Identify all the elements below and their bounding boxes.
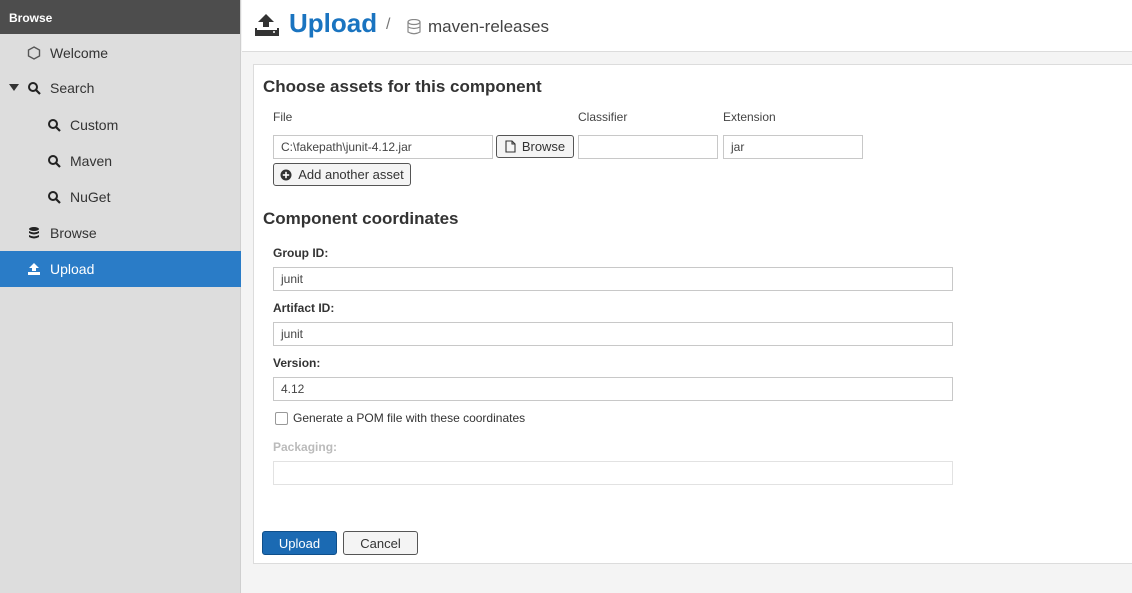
- group-id-field[interactable]: junit: [273, 267, 953, 291]
- classifier-column-label: Classifier: [578, 110, 628, 124]
- page-header: Upload / maven-releases: [242, 0, 1132, 52]
- sidebar-item-label: NuGet: [70, 189, 111, 205]
- version-label: Version:: [273, 356, 321, 370]
- breadcrumb-separator: /: [386, 16, 391, 33]
- version-field[interactable]: 4.12: [273, 377, 953, 401]
- file-icon: [505, 140, 516, 153]
- browse-button-label: Browse: [521, 139, 566, 154]
- repository-icon: [407, 18, 421, 38]
- coordinates-section-title: Component coordinates: [263, 209, 459, 228]
- sidebar-item-welcome[interactable]: Welcome: [0, 35, 241, 71]
- sidebar-item-search[interactable]: Search: [0, 70, 241, 106]
- generate-pom-label: Generate a POM file with these coordinat…: [293, 411, 526, 425]
- classifier-field[interactable]: [578, 135, 718, 159]
- assets-section-title: Choose assets for this component: [263, 77, 542, 96]
- search-icon: [26, 80, 42, 96]
- packaging-field[interactable]: [273, 461, 953, 485]
- plus-circle-icon: [280, 169, 292, 181]
- browse-button[interactable]: Browse: [496, 135, 574, 158]
- sidebar-header: Browse: [0, 0, 240, 34]
- sidebar-item-label: Upload: [50, 261, 95, 277]
- add-another-asset-label: Add another asset: [298, 167, 404, 182]
- sidebar-item-maven[interactable]: Maven: [0, 143, 241, 179]
- file-path-field[interactable]: C:\fakepath\junit-4.12.jar: [273, 135, 493, 159]
- search-icon: [46, 153, 62, 169]
- sidebar: Browse Welcome Search Custom Maven NuGet: [0, 0, 241, 593]
- add-another-asset-button[interactable]: Add another asset: [273, 163, 411, 186]
- page-title: Upload: [289, 8, 378, 38]
- sidebar-item-label: Search: [50, 80, 95, 96]
- sidebar-item-label: Welcome: [50, 45, 109, 61]
- database-icon: [26, 225, 42, 241]
- repository-name: maven-releases: [428, 17, 549, 36]
- search-icon: [46, 117, 62, 133]
- group-id-label: Group ID:: [273, 246, 329, 260]
- caret-down-icon[interactable]: [9, 84, 19, 91]
- search-icon: [46, 189, 62, 205]
- artifact-id-field[interactable]: junit: [273, 322, 953, 346]
- sidebar-item-browse[interactable]: Browse: [0, 215, 241, 251]
- sidebar-item-label: Maven: [70, 153, 113, 169]
- upload-form-panel: Choose assets for this component File Cl…: [253, 64, 1132, 564]
- upload-button[interactable]: Upload: [262, 531, 337, 555]
- upload-icon: [254, 13, 280, 40]
- extension-field[interactable]: jar: [723, 135, 863, 159]
- sidebar-item-nuget[interactable]: NuGet: [0, 179, 241, 215]
- generate-pom-checkbox[interactable]: [275, 412, 288, 425]
- upload-icon: [26, 261, 42, 277]
- sidebar-item-label: Browse: [50, 225, 97, 241]
- extension-column-label: Extension: [723, 110, 776, 124]
- artifact-id-label: Artifact ID:: [273, 301, 335, 315]
- hexagon-icon: [26, 45, 42, 61]
- sidebar-item-custom[interactable]: Custom: [0, 107, 241, 143]
- file-column-label: File: [273, 110, 293, 124]
- cancel-button[interactable]: Cancel: [343, 531, 418, 555]
- packaging-label: Packaging:: [273, 440, 338, 454]
- sidebar-item-label: Custom: [70, 117, 119, 133]
- sidebar-item-upload[interactable]: Upload: [0, 251, 241, 287]
